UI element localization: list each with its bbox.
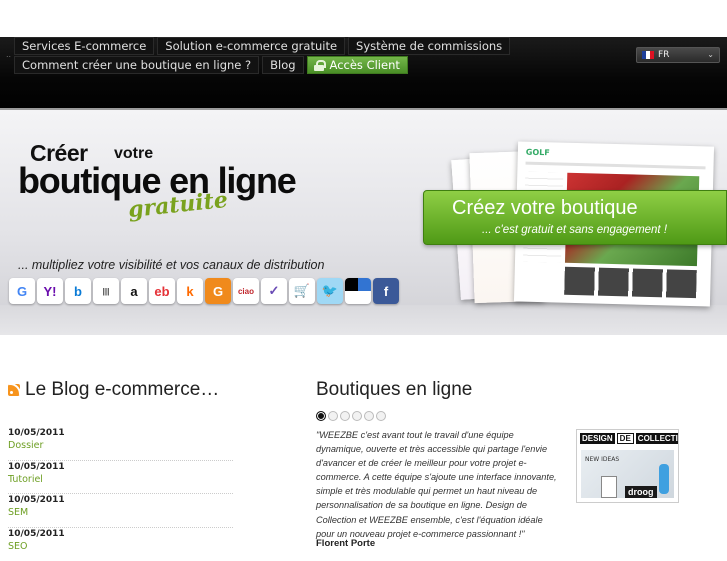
delicious-icon[interactable] [345,278,371,304]
chevron-down-icon: ⌄ [707,48,714,62]
thumbnail-logo: DESIGN DE COLLECTION [577,430,678,447]
nav-row-primary: Services E-commerce Solution e-commerce … [14,37,510,55]
create-shop-label: Créez votre boutique [452,197,638,220]
shop-thumbnail[interactable]: DESIGN DE COLLECTION NEW IDEAS droog [576,429,679,503]
blog-section-title[interactable]: Le Blog e-commerce… [8,379,219,401]
blog-date: 10/05/2011 [8,528,233,540]
list-item: 10/05/2011 Dossier [8,427,233,461]
lock-icon [314,60,324,71]
list-item: 10/05/2011 Tutoriel [8,461,233,495]
bing-icon[interactable]: b [65,278,91,304]
blog-date: 10/05/2011 [8,461,233,473]
carousel-dot[interactable] [316,411,326,421]
blog-category-link[interactable]: SEO [8,540,233,554]
carousel-dot[interactable] [364,411,374,421]
nav-comment-creer[interactable]: Comment créer une boutique en ligne ? [14,56,259,74]
thumbnail-logo-collection: COLLECTION [636,433,679,444]
carousel-dots [316,411,386,421]
client-access-button[interactable]: Accès Client [307,56,408,74]
nav-services-ecommerce[interactable]: Services E-commerce [14,37,154,55]
boutiques-section-title: Boutiques en ligne [316,379,472,401]
checklist-icon[interactable]: ✓ [261,278,287,304]
blog-category-link[interactable]: Dossier [8,439,233,453]
blog-list: 10/05/2011 Dossier 10/05/2011 Tutoriel 1… [8,427,233,561]
golf-shop-logo: GOLF [526,148,550,158]
nav-blog[interactable]: Blog [262,56,303,74]
kelkoo-icon[interactable]: k [177,278,203,304]
create-shop-sublabel: ... c'est gratuit et sans engagement ! [482,224,667,236]
blog-category-link[interactable]: SEM [8,506,233,520]
yahoo-icon[interactable]: Y! [37,278,63,304]
blog-date: 10/05/2011 [8,494,233,506]
amazon-icon[interactable]: a [121,278,147,304]
nav-solution-gratuite[interactable]: Solution e-commerce gratuite [157,37,345,55]
barcode-icon[interactable]: ||| [93,278,119,304]
nav-systeme-commissions[interactable]: Système de commissions [348,37,510,55]
thumbnail-product-2 [659,464,669,494]
thumbnail-logo-design: DESIGN [580,433,615,444]
twitter-icon[interactable]: 🐦 [317,278,343,304]
create-shop-button[interactable]: Créez votre boutique ... c'est gratuit e… [423,190,727,245]
nav-row-secondary: Comment créer une boutique en ligne ? Bl… [14,56,408,74]
banner-tagline: ... multipliez votre visibilité et vos c… [18,258,324,272]
thumbnail-product [601,476,617,498]
testimonial-quote: "WEEZBE c'est avant tout le travail d'un… [316,428,562,541]
thumbnail-image: NEW IDEAS droog [581,450,674,498]
rss-icon[interactable] [8,384,20,396]
g-orange-icon[interactable]: G [205,278,231,304]
thumbnail-caption: NEW IDEAS [585,456,619,463]
shop-products [564,267,697,298]
thumbnail-logo-de: DE [617,433,634,444]
top-strip [0,0,727,37]
client-access-label: Accès Client [330,57,400,73]
carousel-dot[interactable] [376,411,386,421]
ebay-icon[interactable]: eb [149,278,175,304]
list-item: 10/05/2011 SEO [8,528,233,561]
list-item: 10/05/2011 SEM [8,494,233,528]
facebook-icon[interactable]: f [373,278,399,304]
shop-nav-bar [526,162,706,170]
blog-date: 10/05/2011 [8,427,233,439]
google-icon[interactable]: G [9,278,35,304]
carousel-dot[interactable] [352,411,362,421]
thumbnail-brand: droog [625,486,657,498]
language-code: FR [658,48,669,62]
blog-category-link[interactable]: Tutoriel [8,473,233,487]
testimonial-author: Florent Porte [316,538,375,549]
nav-dots: .. [6,50,11,59]
ciao-icon[interactable]: ciao [233,278,259,304]
channel-icons: GY!b|||aebkGciao✓🛒🐦f [9,278,399,304]
cart-icon[interactable]: 🛒 [289,278,315,304]
carousel-dot[interactable] [340,411,350,421]
carousel-dot[interactable] [328,411,338,421]
language-selector[interactable]: FR ⌄ [636,47,720,63]
blog-title-text: Le Blog e-commerce… [25,379,219,401]
french-flag-icon [642,51,654,59]
